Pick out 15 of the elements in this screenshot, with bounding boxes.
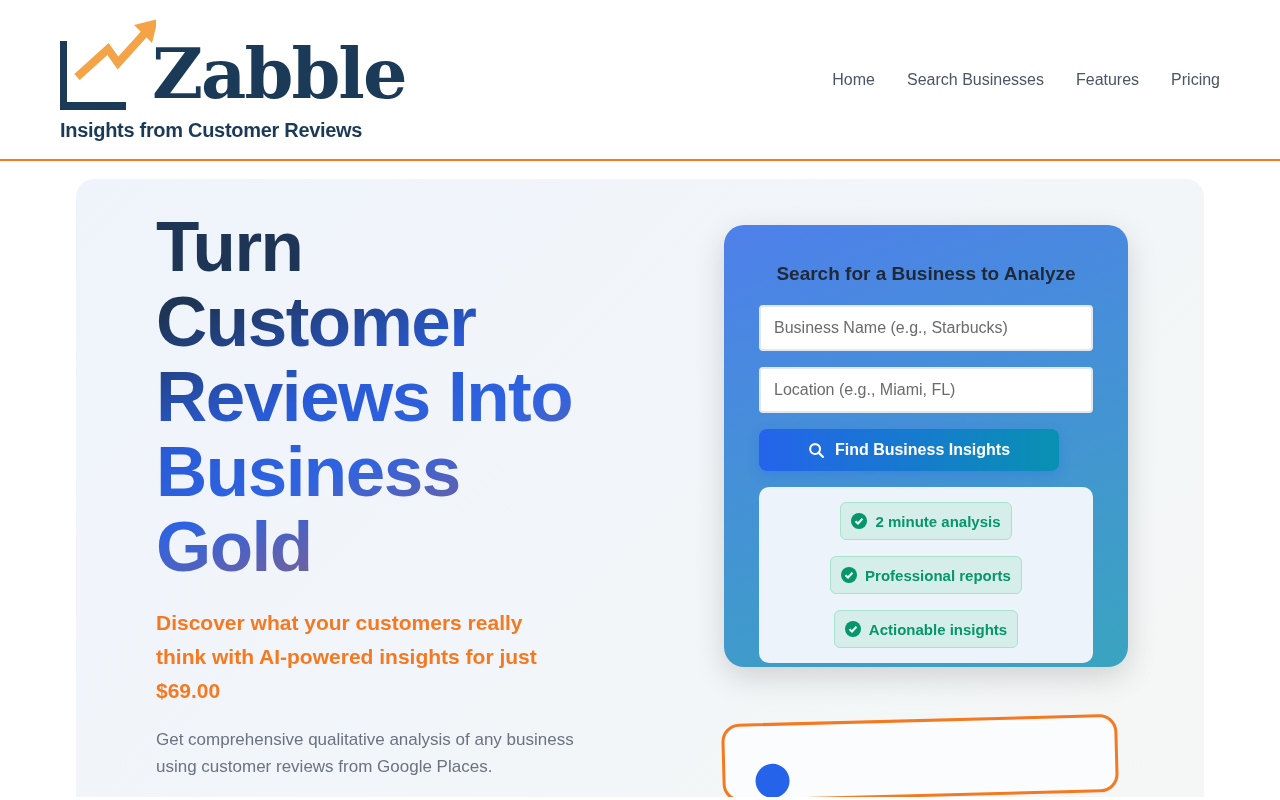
search-card-title: Search for a Business to Analyze xyxy=(775,263,1077,285)
find-insights-button[interactable]: Find Business Insights xyxy=(759,429,1059,471)
logo-wordmark: Zabble xyxy=(152,39,406,109)
feature-label: 2 minute analysis xyxy=(875,512,1001,530)
hero-subheadline: Discover what your customers really think with AI-powered insights for just $69.00 xyxy=(156,610,538,704)
nav-link[interactable]: Search Businesses xyxy=(907,70,1044,89)
search-field[interactable]: Business Name (e.g., Starbucks) xyxy=(759,305,1093,351)
search-field[interactable]: Location (e.g., Miami, FL) xyxy=(759,367,1093,413)
nav-link[interactable]: Features xyxy=(1075,70,1140,89)
feature-label: Professional reports xyxy=(865,566,1011,584)
nav-link[interactable]: Home xyxy=(832,70,875,89)
logo-tagline: Insights from Customer Reviews xyxy=(60,119,364,142)
hero-description: Get comprehensive qualitative analysis of any business using customer reviews from Google Places. xyxy=(156,729,575,778)
nav-link[interactable]: Pricing xyxy=(1171,70,1220,89)
feature-label: Actionable insights xyxy=(868,620,1008,638)
